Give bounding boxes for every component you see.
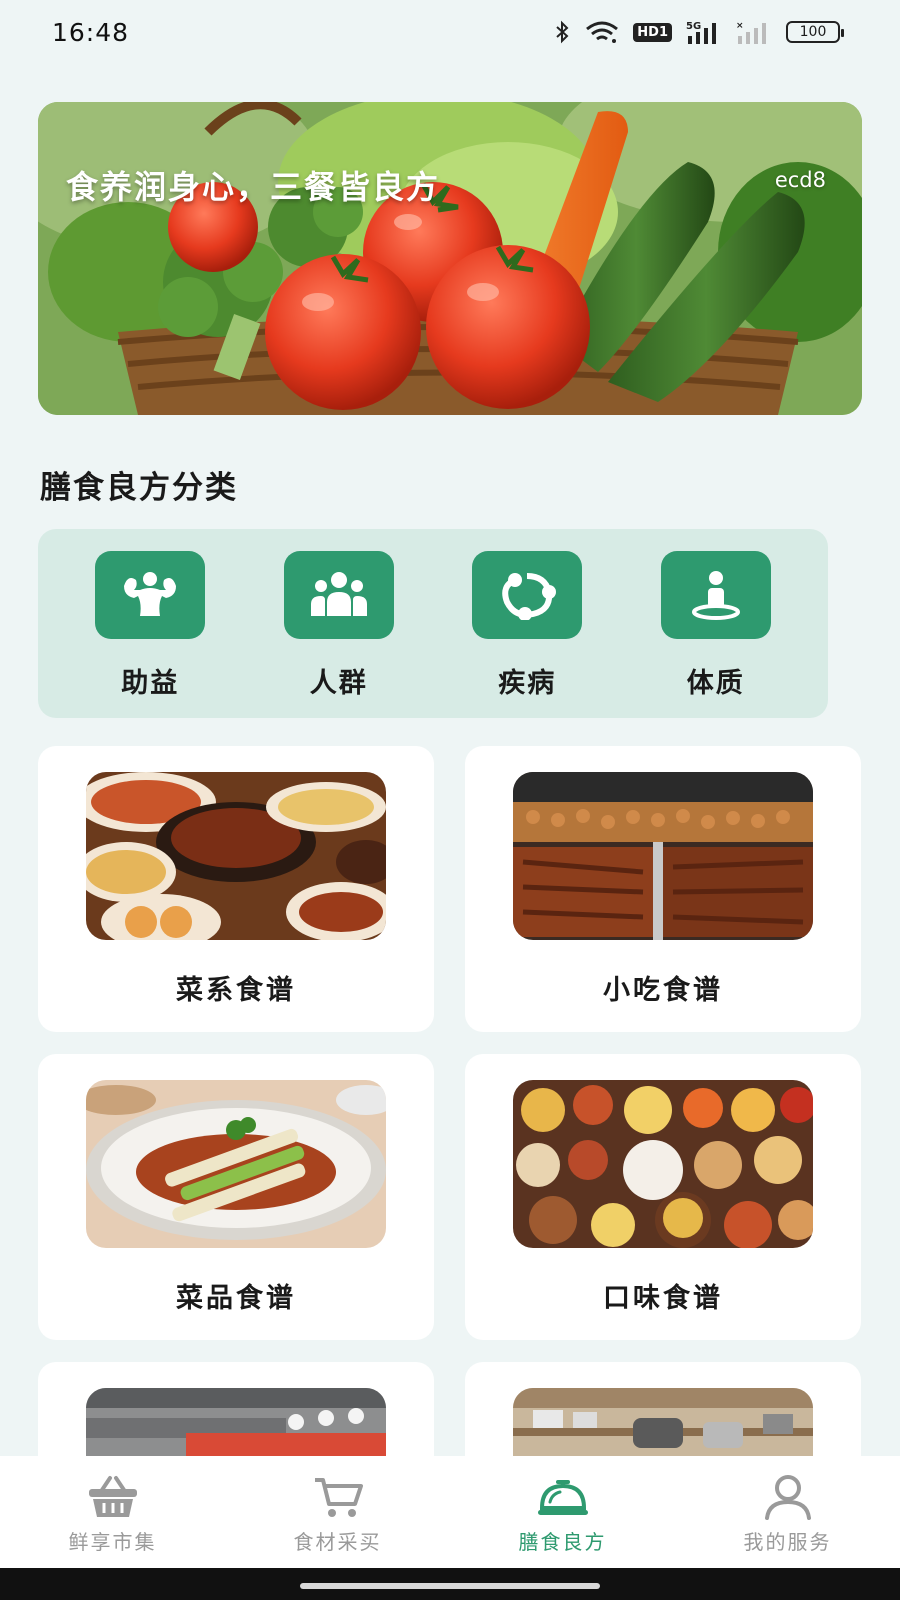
recipe-card-snack[interactable]: 小吃食谱 [465, 746, 861, 1032]
category-label: 体质 [686, 668, 745, 699]
hero-banner[interactable]: 食养润身心，三餐皆良方 ecd8 [38, 102, 862, 415]
muscle-icon [95, 551, 206, 639]
svg-text:×: × [736, 21, 744, 31]
recipe-image [86, 1080, 386, 1248]
battery-level: 100 [799, 24, 827, 40]
recipe-title: 菜品食谱 [176, 1283, 296, 1314]
recipe-card-flavor[interactable]: 口味食谱 [465, 1054, 861, 1340]
category-label: 疾病 [498, 668, 557, 699]
status-bar: 16:48 HD1 5G × 100 [0, 0, 900, 64]
recipe-title: 口味食谱 [603, 1283, 723, 1314]
signal-5g-icon: 5G [686, 21, 716, 44]
section-title: 膳食良方分类 [40, 470, 238, 506]
category-benefit[interactable]: 助益 [75, 551, 225, 718]
bluetooth-icon [556, 20, 569, 44]
home-indicator[interactable] [300, 1583, 600, 1589]
nav-label: 膳食良方 [518, 1529, 607, 1554]
recipe-card-cuisine[interactable]: 菜系食谱 [38, 746, 434, 1032]
nav-recipes[interactable]: 膳食良方 [450, 1474, 675, 1555]
recipe-title: 菜系食谱 [176, 975, 296, 1006]
cloche-icon [537, 1479, 588, 1515]
status-icons: HD1 5G × 100 [553, 20, 844, 44]
recipe-card-dish[interactable]: 菜品食谱 [38, 1054, 434, 1340]
wifi-icon [586, 21, 619, 43]
person-standing-icon [660, 551, 771, 639]
virus-icon [472, 551, 583, 639]
banner-code: ecd8 [774, 168, 826, 192]
basket-icon [88, 1475, 137, 1517]
banner-slogan: 食养润身心，三餐皆良方 [66, 168, 441, 206]
nav-label: 鲜享市集 [68, 1529, 157, 1554]
category-label: 助益 [121, 668, 180, 699]
bottom-nav: 鲜享市集 食材采买 膳食良方 我的服务 [0, 1456, 900, 1568]
recipe-image [86, 772, 386, 940]
nav-label: 我的服务 [743, 1529, 832, 1554]
category-constitution[interactable]: 体质 [641, 551, 791, 718]
vegetable-basket-illustration [38, 102, 862, 415]
hd-icon: HD1 [633, 22, 672, 42]
user-icon [764, 1474, 811, 1520]
status-time: 16:48 [52, 17, 130, 47]
nav-shopping[interactable]: 食材采买 [225, 1474, 450, 1555]
recipe-title: 小吃食谱 [603, 975, 723, 1006]
category-panel: 助益 人群 疾病 体质 [38, 529, 828, 718]
svg-text:5G: 5G [686, 21, 701, 32]
category-label: 人群 [309, 668, 368, 699]
category-disease[interactable]: 疾病 [452, 551, 602, 718]
category-people[interactable]: 人群 [264, 551, 414, 718]
nav-my-services[interactable]: 我的服务 [675, 1474, 900, 1555]
nav-market[interactable]: 鲜享市集 [0, 1474, 225, 1555]
battery-icon: 100 [786, 21, 844, 43]
people-group-icon [283, 551, 394, 639]
recipe-image [513, 1080, 813, 1248]
signal-no-sim-icon: × [736, 21, 766, 44]
cart-icon [314, 1477, 363, 1517]
nav-label: 食材采买 [293, 1529, 382, 1554]
recipe-image [513, 772, 813, 940]
